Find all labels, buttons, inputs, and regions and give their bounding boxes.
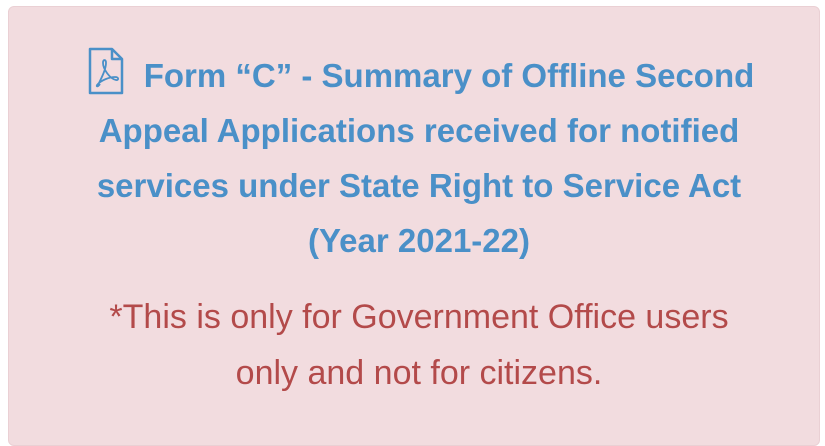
form-title-line-3: services under State Right to Service Ac… bbox=[96, 167, 742, 204]
notice-line-1: *This is only for Government Office user… bbox=[109, 298, 729, 336]
pdf-file-icon bbox=[84, 47, 128, 95]
form-title-line-2: Appeal Applications received for notifie… bbox=[98, 112, 740, 149]
restriction-notice: *This is only for Government Office user… bbox=[29, 289, 809, 401]
form-title-text-1: Form “C” - Summary of Offline Second bbox=[143, 57, 755, 94]
notice-line-2: only and not for citizens. bbox=[235, 354, 603, 392]
form-card: Form “C” - Summary of Offline Second App… bbox=[8, 6, 820, 446]
form-title-line-4: (Year 2021-22) bbox=[308, 222, 530, 259]
form-title-line-1: Form “C” - Summary of Offline Second bbox=[49, 47, 789, 103]
form-c-download-link[interactable]: Form “C” - Summary of Offline Second App… bbox=[49, 47, 789, 268]
